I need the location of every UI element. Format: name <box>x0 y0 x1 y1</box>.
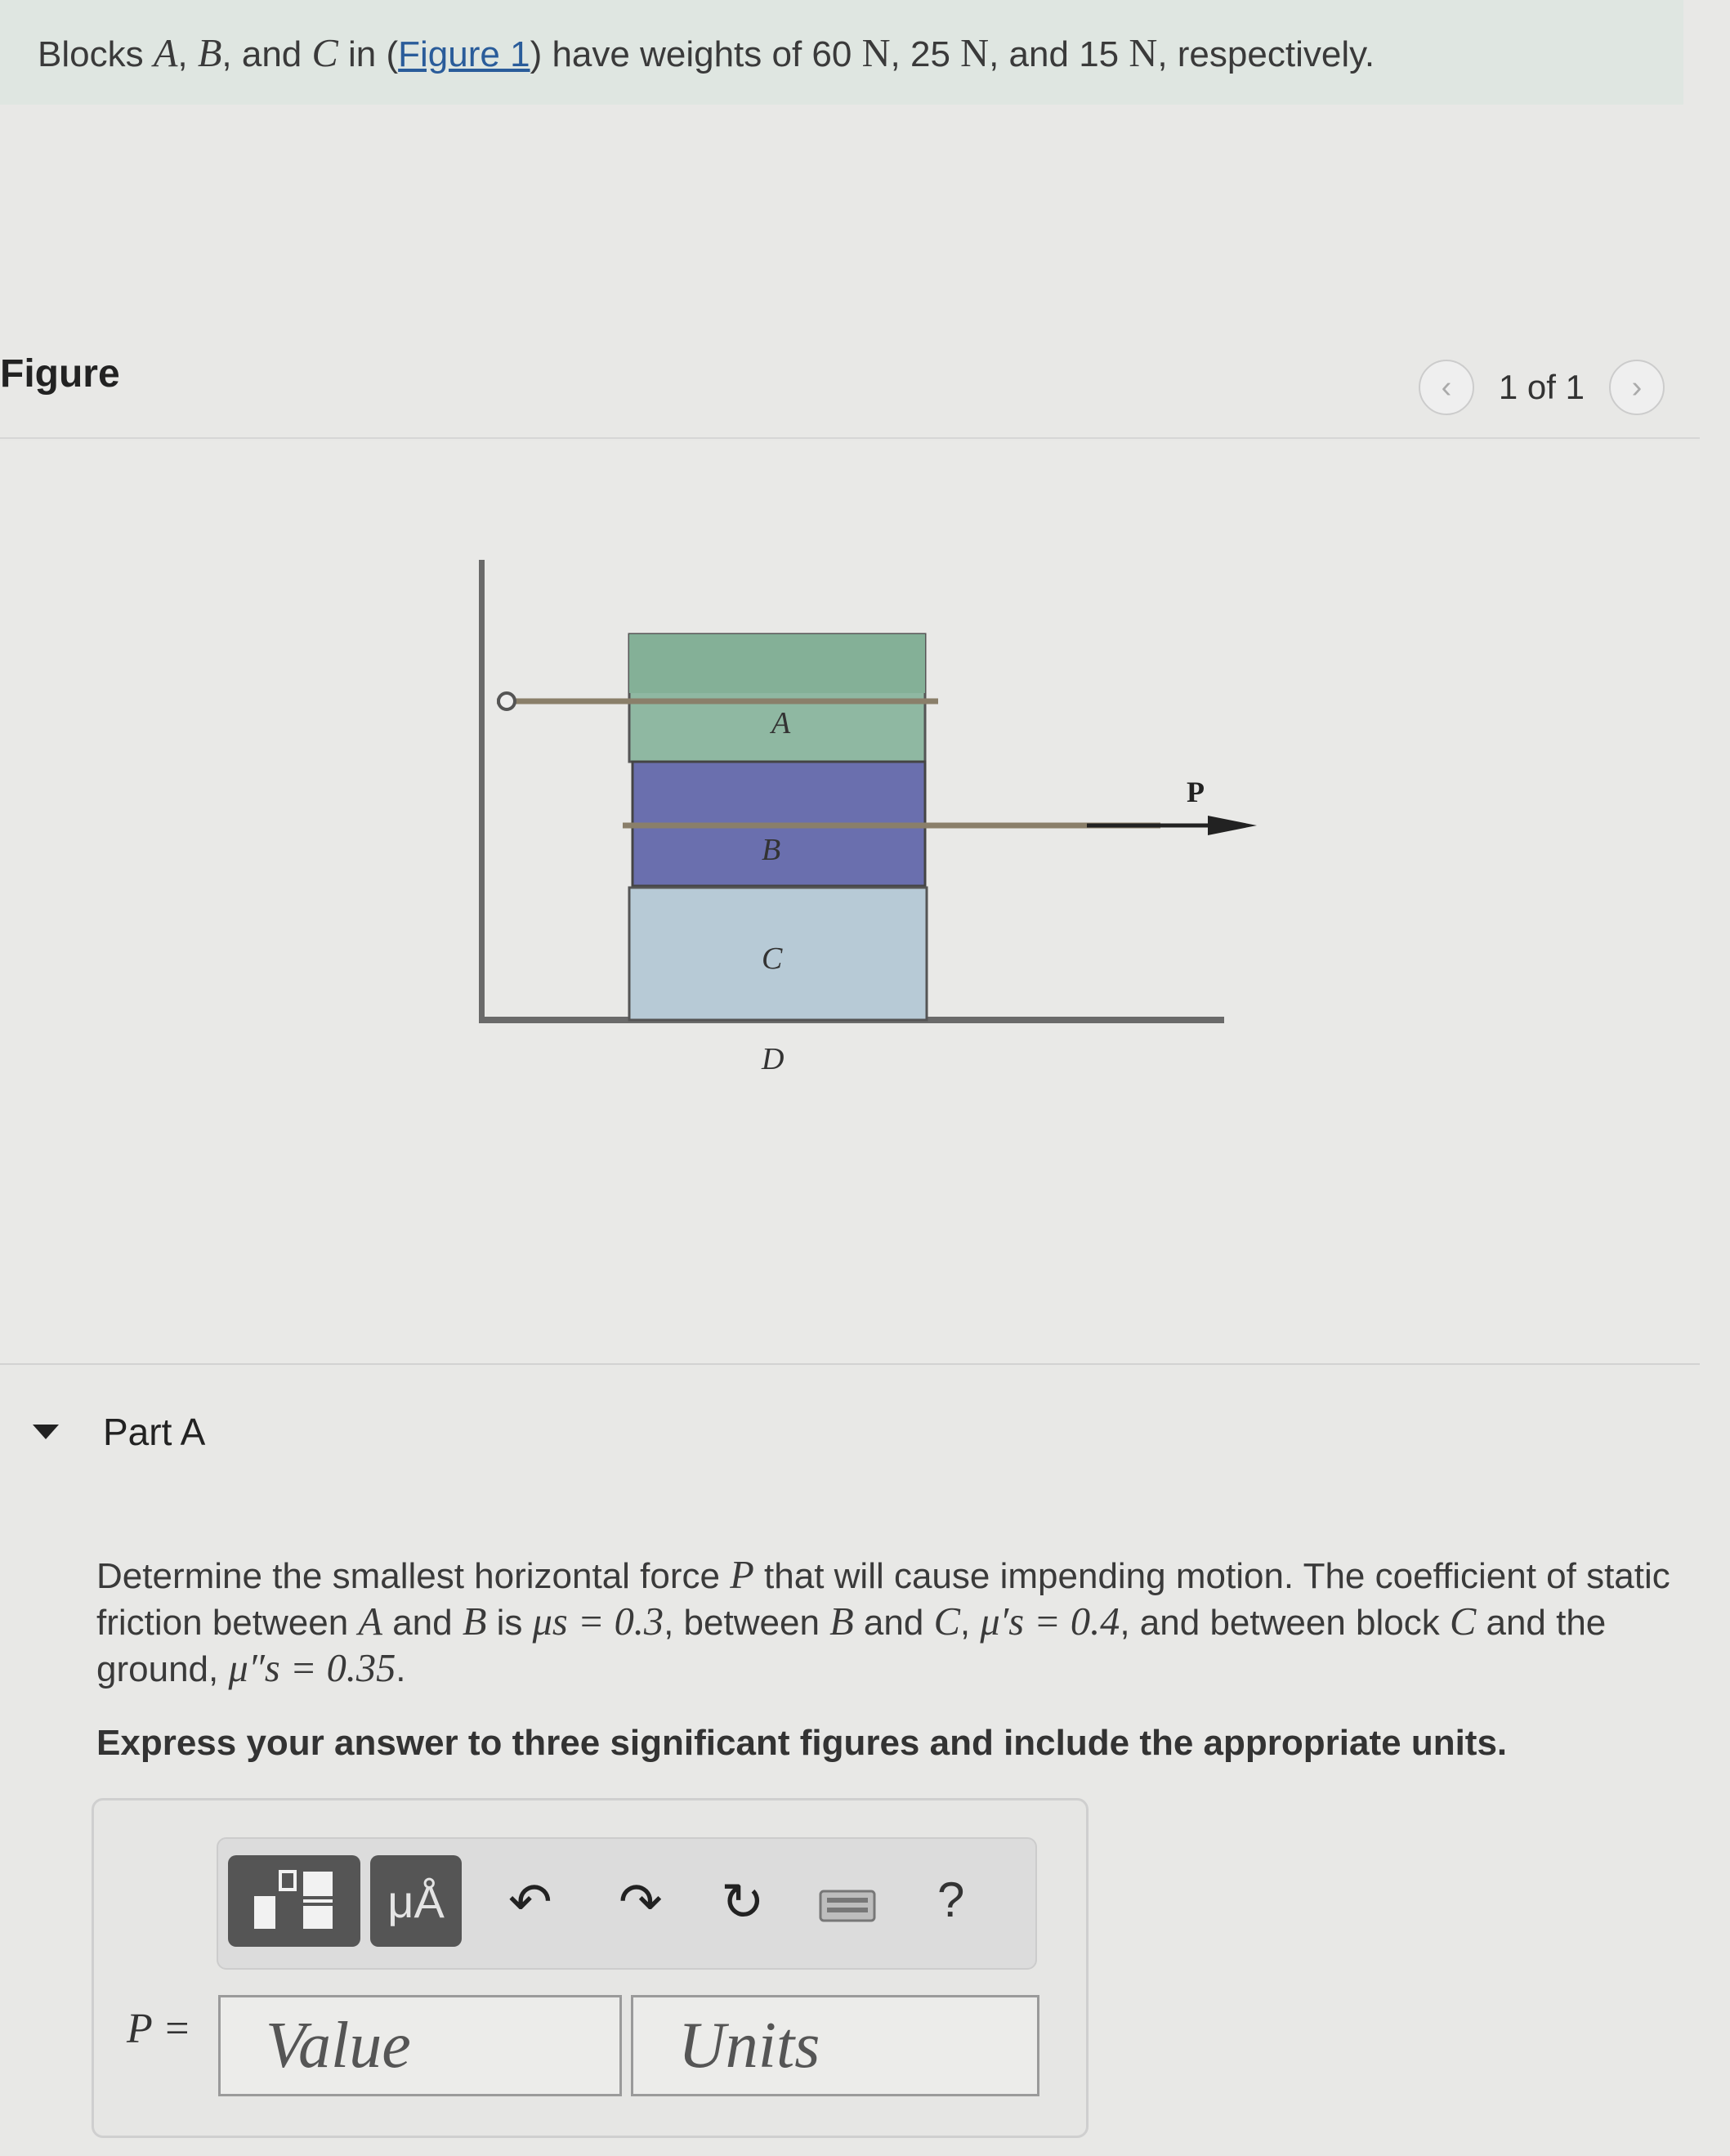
reset-icon[interactable]: ↻ <box>721 1872 765 1933</box>
unit-newton: N <box>960 32 990 75</box>
chevron-right-icon: › <box>1631 369 1643 405</box>
q-text: , between <box>664 1603 830 1643</box>
part-a-label: Part A <box>103 1411 206 1453</box>
problem-intro: Blocks A, B, and C in (Figure 1) have we… <box>38 31 1375 76</box>
divider <box>0 1363 1700 1365</box>
intro-text: in ( <box>338 34 399 74</box>
wall-anchor <box>497 691 516 711</box>
figure-link[interactable]: Figure 1 <box>398 34 530 74</box>
figure-heading: Figure <box>0 352 120 396</box>
question-text: Determine the smallest horizontal force … <box>96 1553 1714 1693</box>
prev-figure-button[interactable]: ‹ <box>1418 360 1474 415</box>
answer-instruction: Express your answer to three significant… <box>96 1723 1508 1763</box>
units-input[interactable]: Units <box>631 1995 1039 2096</box>
intro-block-a: A <box>153 32 178 75</box>
q-text: , <box>959 1603 981 1643</box>
chevron-left-icon: ‹ <box>1441 369 1452 405</box>
wall <box>479 560 485 1022</box>
q-var-b: B <box>829 1600 854 1644</box>
q-text: Determine the smallest horizontal force <box>96 1556 731 1596</box>
templates-button[interactable] <box>228 1855 360 1947</box>
label-c: C <box>762 942 783 976</box>
label-a: A <box>769 706 791 740</box>
mu-ab: μs = 0.3 <box>532 1600 664 1644</box>
units-button[interactable]: μÅ <box>370 1855 462 1947</box>
force-p-arrow <box>1208 816 1257 835</box>
unit-newton: N <box>861 32 891 75</box>
divider <box>0 437 1700 439</box>
mu-bc: μ′s = 0.4 <box>980 1600 1120 1644</box>
redo-icon[interactable]: ↷ <box>619 1872 663 1933</box>
q-text: , and between block <box>1120 1603 1450 1643</box>
caret-down-icon <box>33 1425 59 1439</box>
part-a-header[interactable]: Part A <box>33 1410 205 1454</box>
answer-variable-label: P = <box>127 2006 191 2052</box>
q-text: and <box>382 1603 463 1643</box>
intro-sep: , and <box>221 34 312 74</box>
next-figure-button[interactable]: › <box>1609 360 1665 415</box>
intro-text: Blocks <box>38 34 154 74</box>
q-text: is <box>486 1603 533 1643</box>
block-a-top <box>629 634 925 693</box>
figure-area: A B C D P <box>0 441 1700 1365</box>
intro-text: ) have weights of 60 <box>530 34 862 74</box>
q-var-a: A <box>358 1600 382 1644</box>
unit-newton: N <box>1129 32 1158 75</box>
templates-icon <box>254 1870 333 1929</box>
answer-box: μÅ ↶ ↷ ↻ ? P = Value Units <box>92 1798 1089 2138</box>
q-var-c: C <box>1449 1600 1477 1644</box>
keyboard-icon[interactable] <box>819 1890 876 1922</box>
q-var-c: C <box>933 1600 960 1644</box>
figure-pager: ‹ 1 of 1 › <box>1418 360 1665 415</box>
intro-text: , 25 <box>890 34 961 74</box>
label-p: P <box>1187 776 1205 808</box>
undo-icon[interactable]: ↶ <box>508 1872 552 1933</box>
intro-sep: , <box>177 34 198 74</box>
figure-page-indicator: 1 of 1 <box>1498 368 1585 406</box>
q-text: and <box>853 1603 934 1643</box>
intro-block-c: C <box>311 32 338 75</box>
label-d: D <box>761 1042 784 1076</box>
value-input[interactable]: Value <box>218 1995 622 2096</box>
intro-text: , respectively. <box>1157 34 1375 74</box>
q-var-p: P <box>730 1554 754 1597</box>
label-b: B <box>762 833 780 867</box>
help-icon[interactable]: ? <box>937 1872 964 1928</box>
q-text: . <box>396 1649 406 1689</box>
q-var-b: B <box>462 1600 487 1644</box>
block-diagram: A B C D P <box>479 560 1257 1076</box>
math-toolbar: μÅ ↶ ↷ ↻ ? <box>217 1837 1037 1970</box>
units-icon: μÅ <box>387 1875 445 1927</box>
mu-ground: μ″s = 0.35 <box>228 1647 396 1690</box>
intro-block-b: B <box>197 32 222 75</box>
intro-text: , and 15 <box>989 34 1129 74</box>
